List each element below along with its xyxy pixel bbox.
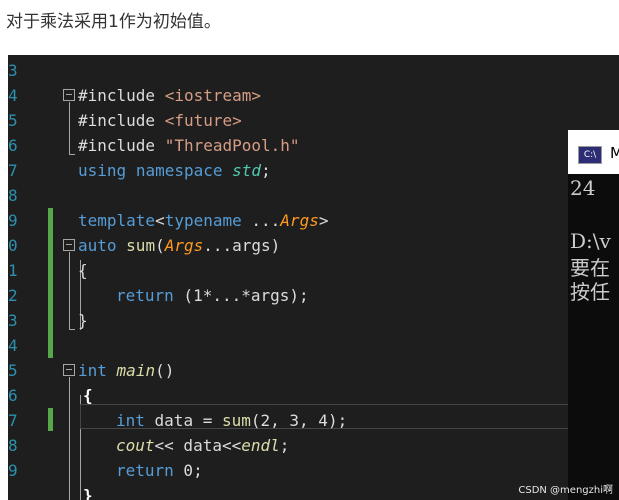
code-line-main-open-brace: { bbox=[83, 383, 93, 408]
code-line-open-brace: { bbox=[78, 258, 88, 283]
code-line-return-zero: return 0; bbox=[116, 458, 203, 483]
code-line-int-data: int data = sum(2, 3, 4); bbox=[116, 408, 347, 433]
include-header: "ThreadPool.h" bbox=[164, 136, 300, 155]
collapse-icon[interactable] bbox=[63, 89, 75, 101]
line-number: 5 bbox=[8, 361, 18, 380]
keyword: auto bbox=[78, 236, 117, 255]
collapse-icon[interactable] bbox=[63, 364, 75, 376]
stream-expression: << data<< bbox=[154, 436, 242, 455]
function-name: sum bbox=[126, 236, 156, 255]
code-line-cout: cout<< data<<endl; bbox=[116, 433, 289, 458]
line-number: 5 bbox=[8, 111, 18, 130]
preprocessor-directive: #include bbox=[78, 111, 165, 130]
outline-guide bbox=[69, 329, 75, 330]
brace: { bbox=[83, 386, 93, 405]
punctuation: ; bbox=[279, 436, 290, 455]
code-line-include-threadpool: #include "ThreadPool.h" bbox=[78, 133, 300, 158]
line-number: 9 bbox=[8, 211, 18, 230]
line-number: 4 bbox=[8, 336, 18, 355]
brace: { bbox=[78, 261, 88, 280]
line-number: 6 bbox=[8, 136, 18, 155]
declaration: data = bbox=[144, 411, 222, 430]
code-line-include-future: #include <future> bbox=[78, 108, 242, 133]
include-header: <iostream> bbox=[164, 86, 262, 105]
code-line-main-close-brace: } bbox=[83, 483, 93, 500]
keyword: return bbox=[116, 461, 174, 480]
console-output-line: 按任 bbox=[570, 280, 610, 304]
line-number: 4 bbox=[8, 86, 18, 105]
template-param: Args bbox=[280, 211, 319, 230]
console-icon: C:\ bbox=[578, 146, 602, 164]
include-header: <future> bbox=[164, 111, 242, 130]
line-number: 0 bbox=[8, 236, 18, 255]
outline-guide bbox=[69, 377, 70, 500]
console-title-bar[interactable]: C:\ M bbox=[568, 130, 619, 174]
code-line-return-fold: return (1*...*args); bbox=[116, 283, 309, 308]
console-output-line: D:\v bbox=[570, 229, 611, 253]
outline-guide bbox=[69, 154, 75, 155]
line-number: 6 bbox=[8, 386, 18, 405]
keyword: typename bbox=[164, 211, 242, 230]
code-line-include-iostream: #include <iostream> bbox=[78, 83, 261, 108]
line-number: 7 bbox=[8, 161, 18, 180]
keyword: using bbox=[78, 161, 127, 180]
brace: } bbox=[78, 311, 88, 330]
stream-object: cout bbox=[116, 436, 155, 455]
return-value: 0; bbox=[173, 461, 203, 480]
brace: } bbox=[83, 486, 93, 500]
fold-expression: (1*...*args); bbox=[173, 286, 309, 305]
code-editor[interactable]: 3 4 5 6 7 8 9 0 1 2 3 4 5 6 7 8 9 #inclu… bbox=[8, 55, 619, 500]
line-number: 2 bbox=[8, 286, 18, 305]
line-number: 3 bbox=[8, 61, 18, 80]
outline-guide bbox=[69, 252, 70, 330]
parameter-list: ...args) bbox=[203, 236, 281, 255]
punctuation: ( bbox=[155, 236, 165, 255]
console-output-line: 24 bbox=[570, 176, 596, 200]
punctuation: () bbox=[155, 361, 175, 380]
change-indicator bbox=[48, 208, 53, 358]
punctuation: < bbox=[155, 211, 165, 230]
code-line-template: template<typename ...Args> bbox=[78, 208, 328, 233]
console-window[interactable]: C:\ M 24 D:\v 要在 按任 bbox=[568, 130, 619, 500]
outline-guide bbox=[69, 102, 70, 155]
line-number: 8 bbox=[8, 436, 18, 455]
keyword: int bbox=[116, 411, 145, 430]
keyword: namespace bbox=[135, 161, 223, 180]
function-call: sum bbox=[221, 411, 251, 430]
console-title: M bbox=[610, 144, 619, 162]
punctuation: ; bbox=[261, 161, 271, 180]
namespace-name: std bbox=[232, 161, 262, 180]
keyword: return bbox=[116, 286, 174, 305]
arguments: (2, 3, 4); bbox=[250, 411, 348, 430]
line-number: 8 bbox=[8, 186, 18, 205]
keyword: int bbox=[78, 361, 107, 380]
caption-text: 对于乘法采用1作为初始值。 bbox=[6, 12, 221, 32]
line-number: 7 bbox=[8, 411, 18, 430]
punctuation: ... bbox=[241, 211, 281, 230]
keyword: template bbox=[78, 211, 156, 230]
code-line-sum-signature: auto sum(Args...args) bbox=[78, 233, 280, 258]
collapse-icon[interactable] bbox=[63, 239, 75, 251]
preprocessor-directive: #include bbox=[78, 136, 165, 155]
watermark: CSDN @mengzhi啊 bbox=[518, 485, 613, 496]
code-line-close-brace: } bbox=[78, 308, 88, 333]
code-line-using-namespace: using namespace std; bbox=[78, 158, 271, 183]
line-number: 9 bbox=[8, 461, 18, 480]
change-indicator bbox=[48, 408, 53, 431]
punctuation: > bbox=[318, 211, 329, 230]
code-line-main-signature: int main() bbox=[78, 358, 174, 383]
template-param: Args bbox=[164, 236, 204, 255]
line-number: 3 bbox=[8, 311, 18, 330]
line-number: 1 bbox=[8, 261, 18, 280]
preprocessor-directive: #include bbox=[78, 86, 165, 105]
function-name: main bbox=[116, 361, 156, 380]
stream-manipulator: endl bbox=[241, 436, 280, 455]
